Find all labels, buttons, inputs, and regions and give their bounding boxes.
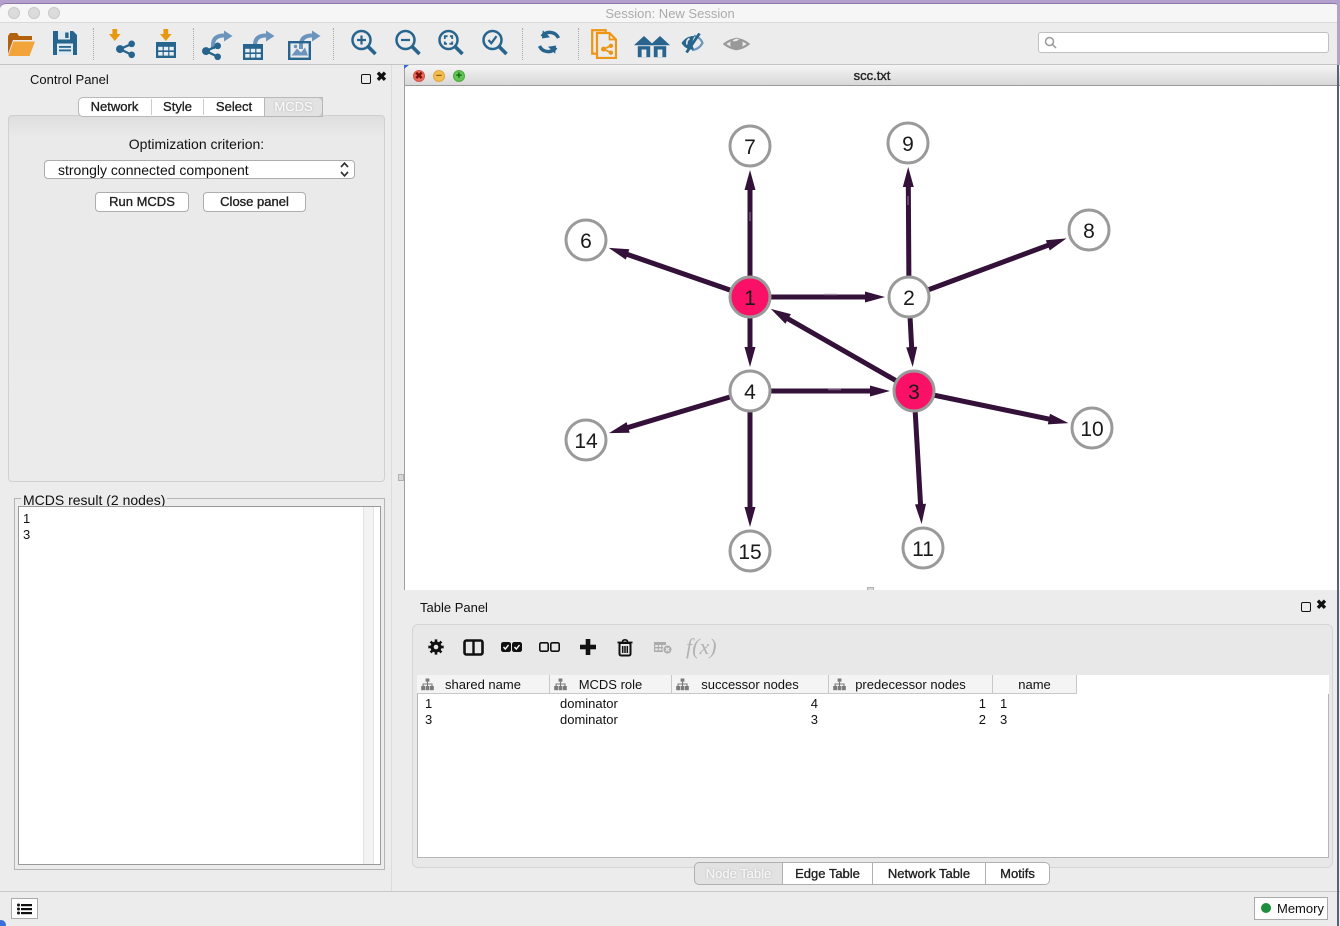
svg-text:4: 4: [744, 381, 756, 404]
svg-text:11: 11: [912, 538, 934, 561]
svg-text:10: 10: [1080, 418, 1103, 441]
svg-text:14: 14: [574, 430, 598, 453]
svg-text:15: 15: [738, 541, 761, 564]
svg-text:8: 8: [1083, 220, 1095, 243]
svg-text:6: 6: [580, 230, 592, 253]
svg-text:3: 3: [908, 381, 920, 404]
svg-text:2: 2: [903, 287, 915, 310]
svg-text:1: 1: [744, 287, 756, 310]
svg-text:7: 7: [744, 136, 756, 159]
svg-text:9: 9: [902, 133, 914, 156]
